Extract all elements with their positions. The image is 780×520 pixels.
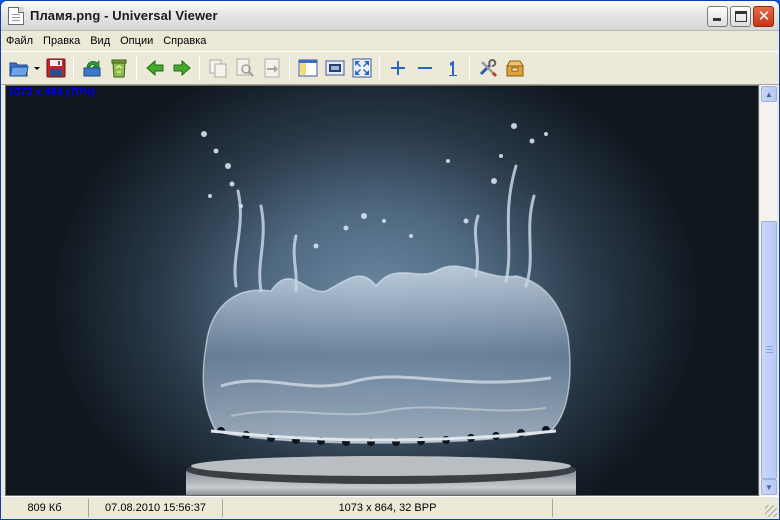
zoom-out-button[interactable]: [411, 54, 438, 82]
document-icon: [8, 6, 24, 25]
open-dropdown-button[interactable]: [32, 54, 42, 82]
goto-button[interactable]: [258, 54, 285, 82]
scroll-thumb[interactable]: [761, 221, 777, 479]
previous-file-button[interactable]: [141, 54, 168, 82]
floppy-icon: [46, 58, 65, 78]
menu-options[interactable]: Опции: [115, 31, 158, 51]
save-button[interactable]: [42, 54, 69, 82]
minimize-button[interactable]: [707, 6, 728, 27]
fullscreen-icon: [352, 58, 371, 78]
scroll-up-button[interactable]: ▲: [761, 86, 777, 102]
options-button[interactable]: [474, 54, 501, 82]
package-icon: [505, 60, 524, 77]
delete-button[interactable]: [105, 54, 132, 82]
toolbar-separator: [379, 56, 380, 80]
goto-icon: [264, 58, 279, 78]
toolbar: [1, 51, 779, 85]
menu-help[interactable]: Справка: [158, 31, 211, 51]
one-to-one-icon: [448, 61, 457, 76]
zoom-in-button[interactable]: [384, 54, 411, 82]
fit-window-icon: [325, 60, 344, 76]
panel-button[interactable]: [294, 54, 321, 82]
status-empty-cell: [553, 499, 753, 517]
folder-open-icon: [8, 62, 29, 77]
minimize-icon: [713, 18, 721, 21]
app-window: Пламя.png - Universal Viewer ✕ Файл Прав…: [0, 0, 780, 520]
status-date: 07.08.2010 15:56:37: [89, 499, 223, 517]
plugins-button[interactable]: [501, 54, 528, 82]
status-image-info: 1073 x 864, 32 BPP: [223, 499, 553, 517]
grip-line: [766, 349, 773, 350]
water-splash-image: [186, 123, 576, 495]
reload-button[interactable]: [78, 54, 105, 82]
toolbar-separator: [73, 56, 74, 80]
toolbar-separator: [199, 56, 200, 80]
arrow-right-icon: [173, 59, 191, 77]
image-info-label: 1073 x 864 (70%): [8, 86, 96, 98]
close-button[interactable]: ✕: [753, 6, 774, 27]
open-button[interactable]: [5, 54, 32, 82]
arrow-up-icon: ▲: [765, 89, 773, 99]
minus-icon: [417, 67, 432, 69]
fullscreen-button[interactable]: [348, 54, 375, 82]
grip-line: [766, 352, 773, 353]
panel-icon: [298, 59, 317, 77]
resize-grip-icon[interactable]: [765, 505, 777, 517]
scroll-down-button[interactable]: ▼: [761, 479, 777, 495]
recycle-bin-icon: [111, 59, 126, 78]
chevron-down-icon: [34, 67, 40, 70]
maximize-icon: [735, 11, 747, 22]
window-title: Пламя.png - Universal Viewer: [30, 8, 218, 23]
copy-icon: [209, 59, 226, 78]
menu-file[interactable]: Файл: [1, 31, 38, 51]
toolbar-separator: [136, 56, 137, 80]
next-file-button[interactable]: [168, 54, 195, 82]
grip-line: [766, 346, 773, 347]
find-button[interactable]: [231, 54, 258, 82]
status-file-size: 809 Кб: [1, 499, 89, 517]
fit-image-button[interactable]: [321, 54, 348, 82]
vertical-scrollbar[interactable]: ▲ ▼: [759, 85, 777, 496]
copy-button[interactable]: [204, 54, 231, 82]
menu-bar: Файл Правка Вид Опции Справка: [1, 31, 779, 51]
menu-view[interactable]: Вид: [85, 31, 115, 51]
toolbar-separator: [289, 56, 290, 80]
reload-icon: [83, 60, 100, 77]
image-photo: [6, 86, 758, 495]
arrow-down-icon: ▼: [765, 482, 773, 492]
status-bar: 809 Кб 07.08.2010 15:56:37 1073 x 864, 3…: [1, 496, 779, 519]
title-bar[interactable]: Пламя.png - Universal Viewer ✕: [1, 1, 779, 31]
toolbar-separator: [469, 56, 470, 80]
zoom-original-button[interactable]: [438, 54, 465, 82]
image-viewport[interactable]: 1073 x 864 (70%): [5, 85, 759, 496]
arrow-left-icon: [145, 59, 163, 77]
menu-edit[interactable]: Правка: [38, 31, 85, 51]
caption-buttons: ✕: [707, 6, 774, 27]
close-icon: ✕: [757, 8, 771, 25]
magnifier-icon: [236, 58, 254, 77]
plus-icon: [390, 61, 405, 75]
maximize-button[interactable]: [730, 6, 751, 27]
tools-icon: [479, 59, 497, 78]
